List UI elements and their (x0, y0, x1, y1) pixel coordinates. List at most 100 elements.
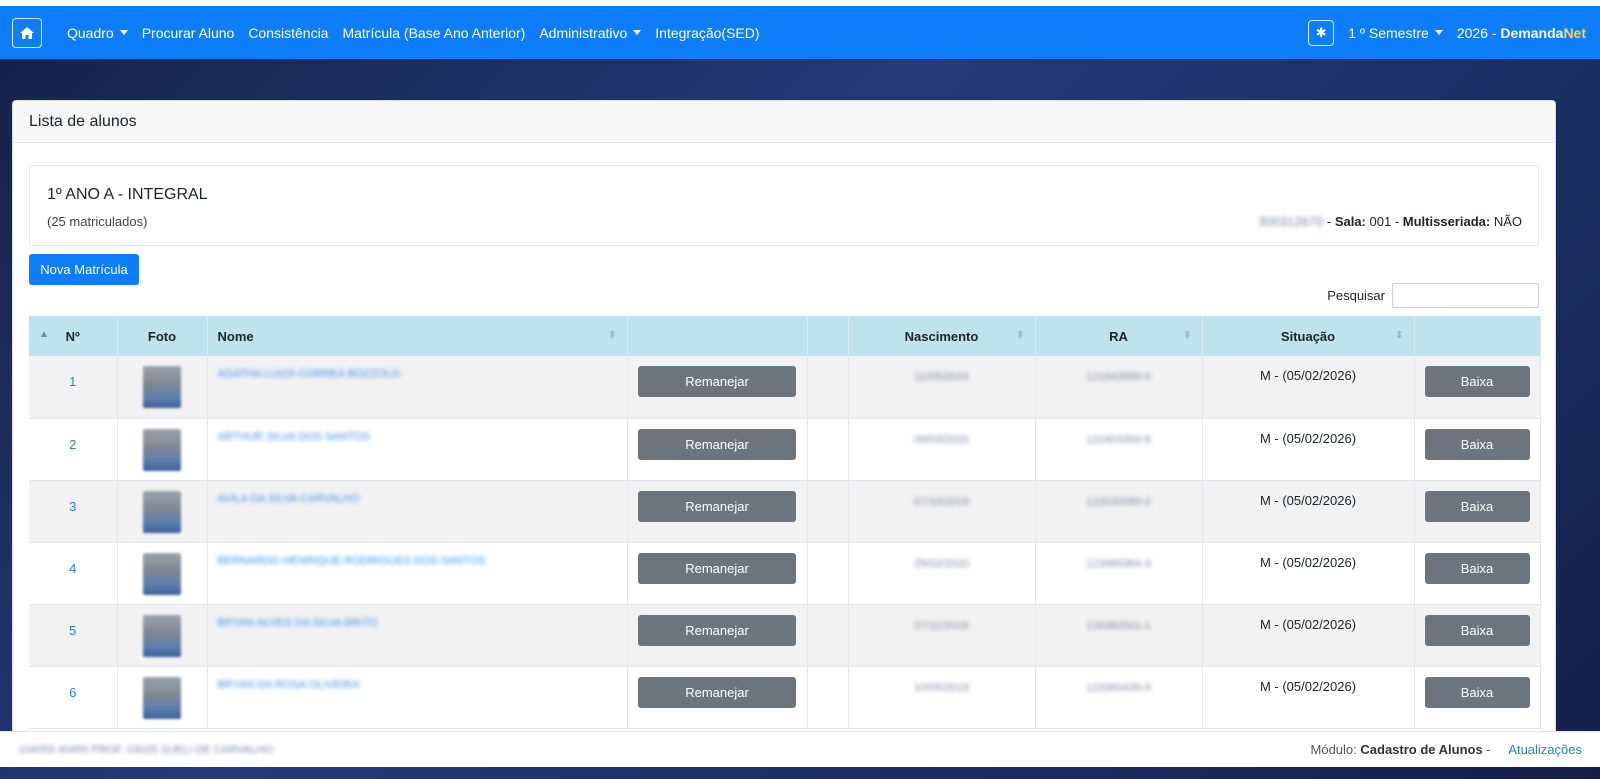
ra-number: 122403350-8 (1086, 433, 1151, 446)
drop-cell: Baixa (1414, 480, 1541, 542)
col-header-ra[interactable]: RA ⬍ (1035, 316, 1203, 356)
nav-label: Matrícula (Base Ano Anterior) (342, 24, 526, 41)
name-cell: BRYAN ALVES DA SILVA BRITO (207, 604, 628, 666)
student-name-link[interactable]: BRYAN DA ROSA OLIVEIRA (218, 679, 360, 691)
photo-cell (117, 356, 208, 418)
row-number[interactable]: 3 (29, 480, 118, 542)
col-header-actions (627, 316, 808, 356)
birth-cell: 07/11/2018 (848, 604, 1036, 666)
table-row: 1 AGATHA LUIZA CORREA BOZZOLO Remanejar … (29, 356, 1541, 418)
reassign-button[interactable]: Remanejar (638, 490, 796, 522)
ra-cell: 121943980-0 (1035, 356, 1203, 418)
col-header-birth[interactable]: Nascimento ⬍ (848, 316, 1036, 356)
footer-user: 104059 40455 PROF. 03025 SUELI DE CARVAL… (18, 743, 274, 756)
gear-icon: ✱ (1315, 24, 1327, 40)
updates-link[interactable]: Atualizações (1508, 742, 1582, 757)
action-cell: Remanejar (627, 666, 808, 728)
drop-button[interactable]: Baixa (1424, 490, 1530, 522)
status-text: M - (05/02/2026) (1259, 368, 1357, 383)
status-cell: M - (05/02/2026) (1202, 604, 1415, 666)
col-header-blank (807, 316, 849, 356)
ra-cell: 122403350-8 (1035, 418, 1203, 480)
drop-button[interactable]: Baixa (1424, 614, 1530, 646)
sala-label: Sala: (1334, 214, 1366, 229)
nav-item-consistencia[interactable]: Consistência (248, 25, 328, 41)
student-name-link[interactable]: AGATHA LUIZA CORREA BOZZOLO (218, 368, 401, 380)
drop-button[interactable]: Baixa (1424, 676, 1530, 708)
status-cell: M - (05/02/2026) (1202, 480, 1415, 542)
home-button[interactable] (12, 17, 42, 48)
student-photo[interactable] (143, 676, 181, 719)
top-navbar: Quadro Procurar Aluno Consistência Matrí… (0, 6, 1600, 59)
photo-cell (117, 666, 208, 728)
search-input[interactable] (1392, 283, 1539, 308)
student-photo[interactable] (143, 366, 181, 408)
student-photo[interactable] (143, 490, 181, 533)
nav-item-administrativo[interactable]: Administrativo (539, 24, 642, 41)
drop-button[interactable]: Baixa (1424, 428, 1530, 460)
drop-button[interactable]: Baixa (1424, 552, 1530, 584)
nav-item-quadro[interactable]: Quadro (67, 25, 128, 41)
table-row: 2 ARTHUR SILVA DOS SANTOS Remanejar 09/0… (29, 418, 1541, 480)
birth-cell: 25/02/2020 (848, 542, 1036, 604)
birth-date: 07/10/2019 (913, 495, 970, 508)
student-photo[interactable] (143, 552, 181, 595)
nav-menu: Quadro Procurar Aluno Consistência Matrí… (67, 25, 774, 41)
col-header-name[interactable]: Nome ⬍ (207, 316, 628, 356)
nav-label: Procurar Aluno (141, 24, 235, 41)
nav-label: Integração(SED) (655, 24, 760, 41)
blank-cell (807, 604, 849, 666)
table-row: 3 AVILA DA SILVA CARVALHO Remanejar 07/1… (29, 480, 1541, 542)
col-header-label: Nascimento (904, 328, 979, 344)
row-number[interactable]: 1 (29, 356, 118, 418)
drop-cell: Baixa (1414, 666, 1541, 728)
ra-number: 122030080-2 (1086, 495, 1151, 508)
drop-cell: Baixa (1414, 604, 1541, 666)
birth-date: 11/05/2019 (914, 371, 969, 383)
col-header-number[interactable]: ▲ Nº (29, 316, 118, 356)
blank-cell (807, 542, 849, 604)
search-area: Pesquisar (1327, 283, 1539, 308)
photo-cell (117, 604, 208, 666)
settings-button[interactable]: ✱ (1308, 19, 1335, 46)
reassign-button[interactable]: Remanejar (638, 614, 796, 646)
footer: 104059 40455 PROF. 03025 SUELI DE CARVAL… (0, 731, 1600, 767)
photo-cell (117, 480, 208, 542)
student-name-link[interactable]: BRYAN ALVES DA SILVA BRITO (218, 617, 378, 629)
nav-item-procurar-aluno[interactable]: Procurar Aluno (142, 25, 235, 41)
module-name: Cadastro de Alunos (1360, 742, 1483, 757)
row-number[interactable]: 6 (29, 666, 118, 728)
action-cell: Remanejar (627, 542, 808, 604)
row-number[interactable]: 2 (29, 418, 118, 480)
nav-item-matricula[interactable]: Matrícula (Base Ano Anterior) (342, 25, 525, 41)
sala-value: 001 (1369, 214, 1392, 229)
student-name-link[interactable]: AVILA DA SILVA CARVALHO (218, 493, 360, 505)
row-number[interactable]: 5 (29, 604, 118, 666)
new-enrollment-button[interactable]: Nova Matrícula (29, 254, 139, 285)
drop-button[interactable]: Baixa (1424, 366, 1530, 397)
multi-label: Multisseriada: (1402, 214, 1491, 229)
reassign-button[interactable]: Remanejar (638, 552, 796, 584)
col-header-status[interactable]: Situação ⬍ (1202, 316, 1415, 356)
chevron-down-icon (119, 30, 128, 35)
student-name-link[interactable]: BERNARDO HENRIQUE RODRIGUES DOS SANTOS (218, 555, 486, 567)
nav-label: Quadro (67, 24, 114, 41)
home-icon (20, 26, 34, 39)
table-row: 4 BERNARDO HENRIQUE RODRIGUES DOS SANTOS… (29, 542, 1541, 604)
student-name-link[interactable]: ARTHUR SILVA DOS SANTOS (218, 431, 371, 443)
student-photo[interactable] (143, 428, 181, 471)
reassign-button[interactable]: Remanejar (638, 366, 796, 397)
row-number[interactable]: 4 (29, 542, 118, 604)
action-cell: Remanejar (627, 604, 808, 666)
student-photo[interactable] (143, 614, 181, 657)
nav-label: Administrativo (539, 24, 628, 41)
reassign-button[interactable]: Remanejar (638, 676, 796, 708)
blank-cell (807, 356, 849, 418)
page-title: Lista de alunos (29, 112, 137, 130)
semester-dropdown[interactable]: 1 º Semestre (1348, 25, 1443, 41)
nav-item-integracao[interactable]: Integração(SED) (655, 25, 759, 41)
status-cell: M - (05/02/2026) (1202, 418, 1415, 480)
reassign-button[interactable]: Remanejar (638, 428, 796, 460)
drop-cell: Baixa (1414, 356, 1541, 418)
sort-icon: ⬍ (1395, 330, 1404, 341)
